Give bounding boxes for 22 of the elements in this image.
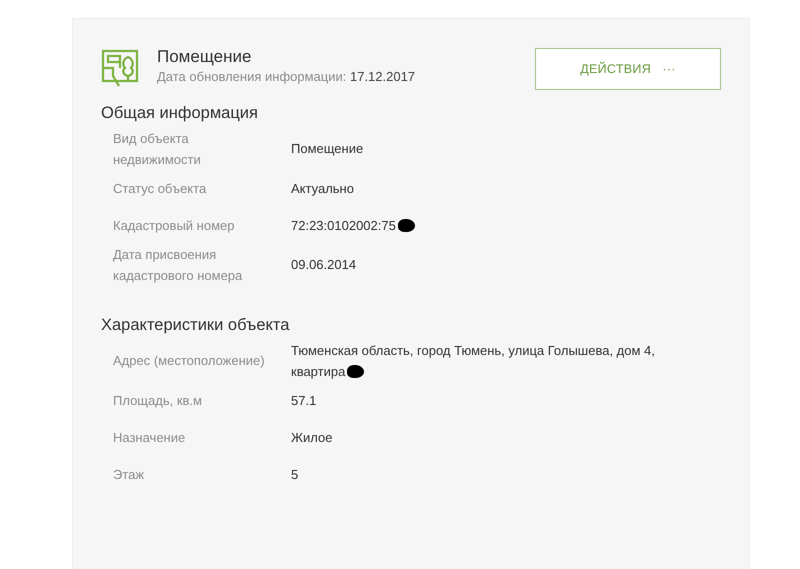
field-label: Адрес (местоположение) [112, 352, 266, 370]
field-value: 72:23:0102002:75 [291, 218, 396, 233]
field-value: Жилое [291, 430, 332, 445]
field-value: Помещение [291, 141, 364, 156]
actions-button[interactable]: ДЕЙСТВИЯ ··· [535, 48, 721, 90]
field-label: Этаж [112, 466, 146, 484]
field-value: 09.06.2014 [291, 257, 356, 272]
update-date: Дата обновления информации: 17.12.2017 [157, 68, 416, 86]
section-heading: Характеристики объекта [101, 316, 290, 336]
field-label: Статус объекта [112, 180, 208, 198]
object-title: Помещение [157, 47, 252, 67]
field-value: Актуально [291, 180, 354, 196]
field-value: 5 [291, 466, 298, 482]
field-value: 57.1 [291, 392, 316, 408]
field-label: Назначение [112, 428, 186, 447]
field-label: Дата присвоения кадастрового номера [112, 246, 244, 285]
field-value: Тюменская область, город Тюмень, улица Голышева, дом 4, квартира [291, 342, 655, 379]
field-label: Кадастровый номер [112, 216, 236, 235]
field-label: Вид объекта недвижимости [112, 130, 202, 169]
section-heading: Общая информация [101, 104, 259, 124]
field-label: Площадь, кв.м [112, 392, 203, 410]
room-icon [101, 49, 141, 89]
